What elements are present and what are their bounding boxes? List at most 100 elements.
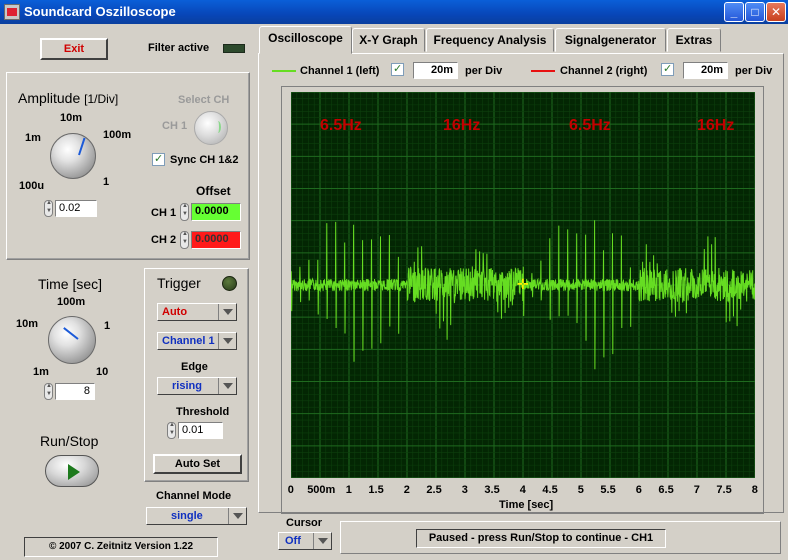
amplitude-knob-indicator: [78, 137, 86, 156]
channel-mode-select[interactable]: single: [146, 507, 247, 525]
amp-tick-100u: 100u: [19, 180, 45, 192]
exit-button[interactable]: Exit: [40, 38, 108, 60]
run-stop-title: Run/Stop: [40, 433, 99, 449]
amplitude-spinner[interactable]: [44, 200, 53, 217]
annotation-freq: 16Hz: [443, 117, 481, 134]
amp-tick-10m: 10m: [60, 112, 83, 124]
amplitude-knob[interactable]: [50, 133, 96, 179]
cursor-label: Cursor: [286, 517, 323, 529]
tab-frequency-analysis[interactable]: Frequency Analysis: [426, 28, 554, 52]
scope-display[interactable]: ✛: [291, 92, 755, 478]
auto-set-button[interactable]: Auto Set: [153, 454, 242, 474]
time-knob[interactable]: [48, 316, 96, 364]
ch1-scale-input[interactable]: 20m: [413, 62, 458, 79]
trigger-title: Trigger: [157, 275, 201, 291]
time-title: Time [sec]: [38, 276, 103, 292]
select-ch-title: Select CH: [178, 94, 230, 106]
amplitude-title: Amplitude [1/Div]: [18, 90, 119, 106]
select-ch-indicator: [215, 121, 221, 133]
ch1-enable-checkbox[interactable]: [391, 62, 404, 76]
offset-ch2-label: CH 2: [151, 234, 177, 246]
chevron-down-icon: [218, 333, 236, 349]
trigger-edge-value: rising: [172, 380, 202, 392]
ch1-scale-unit: per Div: [465, 65, 503, 77]
x-tick-label: 1.5: [368, 484, 384, 496]
x-tick-label: 4.5: [542, 484, 558, 496]
crosshair-icon[interactable]: ✛: [517, 276, 529, 292]
threshold-spinner[interactable]: [167, 422, 176, 439]
x-axis: 0 500m 1 1.5 2 2.5 3 3.5 4 4.5 5 5.5 6 6.5 7 7.5 8: [282, 484, 762, 498]
sync-checkbox[interactable]: [152, 152, 165, 166]
status-text: Paused - press Run/Stop to continue - CH…: [416, 529, 666, 548]
ch2-legend-line: [531, 70, 555, 72]
ch2-legend-label: Channel 2 (right): [560, 65, 648, 77]
run-stop-button[interactable]: [45, 455, 99, 487]
filter-led[interactable]: [223, 44, 245, 53]
amp-tick-100m: 100m: [103, 129, 132, 141]
annotation-freq: 6.5Hz: [569, 117, 611, 134]
ch2-scale-unit: per Div: [735, 65, 773, 77]
chevron-down-icon: [218, 304, 236, 320]
offset-ch1-input[interactable]: 0.0000: [191, 203, 241, 221]
trigger-mode-select[interactable]: Auto: [157, 303, 237, 321]
edge-label: Edge: [181, 361, 208, 373]
offset-ch2-spinner[interactable]: [180, 231, 189, 249]
time-spinner[interactable]: [44, 383, 53, 400]
select-ch-value: CH 1: [162, 120, 188, 132]
close-button[interactable]: ✕: [766, 2, 786, 22]
tab-oscilloscope[interactable]: Oscilloscope: [259, 26, 352, 54]
time-tick-10m: 10m: [16, 318, 39, 330]
time-tick-10: 10: [96, 366, 109, 378]
offset-title: Offset: [196, 184, 231, 198]
trigger-edge-select[interactable]: rising: [157, 377, 237, 395]
x-axis-label: Time [sec]: [499, 499, 554, 511]
cursor-select[interactable]: Off: [278, 532, 332, 550]
channel-mode-label: Channel Mode: [156, 490, 232, 502]
time-knob-indicator: [63, 327, 79, 340]
tab-extras[interactable]: Extras: [667, 28, 721, 52]
amp-tick-1m: 1m: [25, 132, 41, 144]
offset-ch1-label: CH 1: [151, 207, 177, 219]
trigger-channel-value: Channel 1: [162, 335, 215, 347]
time-tick-100m: 100m: [57, 296, 86, 308]
time-input[interactable]: 8: [55, 383, 95, 400]
x-tick-label: 1: [345, 484, 352, 496]
copyright: © 2007 C. Zeitnitz Version 1.22: [24, 537, 218, 557]
x-tick-label: 3: [461, 484, 468, 496]
threshold-input[interactable]: 0.01: [178, 422, 223, 439]
ch1-legend-line: [272, 70, 296, 72]
minimize-button[interactable]: _: [724, 2, 744, 22]
x-tick-label: 8: [751, 484, 758, 496]
amplitude-input[interactable]: 0.02: [55, 200, 97, 217]
ch2-scale-input[interactable]: 20m: [683, 62, 728, 79]
tab-signalgenerator[interactable]: Signalgenerator: [555, 28, 666, 52]
x-tick-label: 6.5: [658, 484, 674, 496]
annotation-freq: 16Hz: [697, 117, 735, 134]
scope-svg: ✛: [291, 92, 755, 478]
x-tick-label: 7: [693, 484, 700, 496]
x-tick-label: 2.5: [426, 484, 442, 496]
tab-xy-graph[interactable]: X-Y Graph: [352, 28, 425, 52]
time-tick-1m: 1m: [33, 366, 49, 378]
amp-tick-1: 1: [103, 176, 110, 188]
x-tick-label: 5: [577, 484, 584, 496]
ch2-enable-checkbox[interactable]: [661, 62, 674, 76]
select-ch-knob[interactable]: [194, 111, 228, 145]
maximize-button[interactable]: □: [745, 2, 765, 22]
chevron-down-icon: [313, 533, 331, 549]
sync-label: Sync CH 1&2: [170, 154, 239, 166]
x-tick-label: 5.5: [600, 484, 616, 496]
play-icon: [68, 464, 80, 480]
trigger-led: [222, 276, 237, 291]
chevron-down-icon: [218, 378, 236, 394]
x-tick-label: 500m: [307, 484, 336, 496]
annotation-freq: 6.5Hz: [320, 117, 362, 134]
x-tick-label: 0: [287, 484, 294, 496]
offset-ch1-spinner[interactable]: [180, 203, 189, 221]
app-icon: [4, 4, 20, 20]
trigger-mode-value: Auto: [162, 306, 188, 318]
x-tick-label: 6: [635, 484, 642, 496]
offset-ch2-input[interactable]: 0.0000: [191, 231, 241, 249]
x-tick-label: 7.5: [716, 484, 732, 496]
trigger-channel-select[interactable]: Channel 1: [157, 332, 237, 350]
